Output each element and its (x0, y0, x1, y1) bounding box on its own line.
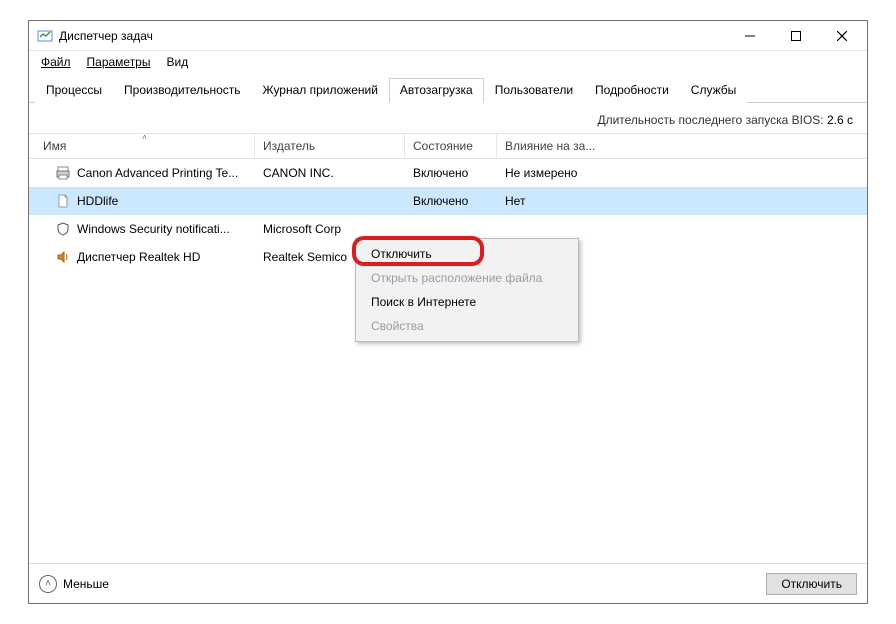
chevron-up-icon: ˄ (39, 575, 57, 593)
window-title: Диспетчер задач (59, 29, 727, 43)
tab-performance[interactable]: Производительность (113, 78, 251, 103)
shield-icon (55, 221, 71, 237)
tabbar: Процессы Производительность Журнал прило… (29, 73, 867, 103)
publisher: Microsoft Corp (255, 222, 405, 236)
tab-startup[interactable]: Автозагрузка (389, 78, 484, 103)
column-publisher[interactable]: Издатель (255, 134, 405, 158)
app-name: HDDlife (77, 194, 118, 208)
impact: Не измерено (497, 166, 607, 180)
menubar: Файл Параметры Вид (29, 51, 867, 73)
menu-view[interactable]: Вид (160, 53, 194, 71)
tab-processes[interactable]: Процессы (35, 78, 113, 103)
tab-app-history[interactable]: Журнал приложений (252, 78, 389, 103)
tab-services[interactable]: Службы (680, 78, 747, 103)
bios-boot-time: Длительность последнего запуска BIOS: 2.… (29, 103, 867, 133)
maximize-button[interactable] (773, 22, 819, 50)
table-row[interactable]: Canon Advanced Printing Te... CANON INC.… (29, 159, 867, 187)
column-state[interactable]: Состояние (405, 134, 497, 158)
context-menu-open-location[interactable]: Открыть расположение файла (359, 266, 575, 290)
column-impact[interactable]: Влияние на за... (497, 134, 607, 158)
file-icon (55, 193, 71, 209)
state: Включено (405, 194, 497, 208)
disable-button[interactable]: Отключить (766, 573, 857, 595)
app-name: Диспетчер Realtek HD (77, 250, 200, 264)
printer-icon (55, 165, 71, 181)
minimize-button[interactable] (727, 22, 773, 50)
footer: ˄ Меньше Отключить (29, 563, 867, 603)
context-menu-search-online[interactable]: Поиск в Интернете (359, 290, 575, 314)
table-body: Canon Advanced Printing Te... CANON INC.… (29, 159, 867, 563)
table-header: ˄ Имя Издатель Состояние Влияние на за..… (29, 133, 867, 159)
fewer-details-button[interactable]: ˄ Меньше (39, 575, 109, 593)
app-icon (37, 28, 53, 44)
titlebar[interactable]: Диспетчер задач (29, 21, 867, 51)
sort-ascending-icon: ˄ (142, 133, 147, 142)
menu-file[interactable]: Файл (35, 53, 77, 71)
menu-options[interactable]: Параметры (81, 53, 157, 71)
context-menu-properties[interactable]: Свойства (359, 314, 575, 338)
app-name: Canon Advanced Printing Te... (77, 166, 238, 180)
app-name: Windows Security notificati... (77, 222, 230, 236)
tab-details[interactable]: Подробности (584, 78, 680, 103)
speaker-icon (55, 249, 71, 265)
tab-users[interactable]: Пользователи (484, 78, 584, 103)
table-row[interactable]: HDDlife Включено Нет (29, 187, 867, 215)
impact: Нет (497, 194, 607, 208)
state: Включено (405, 166, 497, 180)
context-menu: Отключить Открыть расположение файла Пои… (355, 238, 579, 342)
context-menu-disable[interactable]: Отключить (359, 242, 575, 266)
column-name[interactable]: ˄ Имя (35, 134, 255, 158)
close-button[interactable] (819, 22, 865, 50)
publisher: CANON INC. (255, 166, 405, 180)
